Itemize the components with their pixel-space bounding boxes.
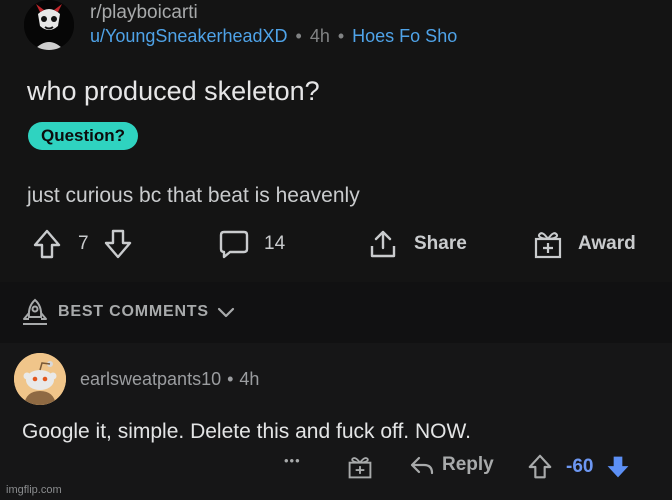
comment-award-button[interactable] xyxy=(346,454,374,480)
award-label: Award xyxy=(578,233,636,254)
comment-count: 14 xyxy=(264,233,286,254)
comment-icon xyxy=(219,230,249,259)
comment-more-button[interactable]: ••• xyxy=(284,453,301,468)
subreddit-avatar-icon[interactable] xyxy=(24,0,74,50)
share-label: Share xyxy=(414,233,467,254)
reply-label: Reply xyxy=(442,454,494,475)
subreddit-name[interactable]: r/playboicarti xyxy=(90,2,198,24)
downvote-icon[interactable] xyxy=(605,453,631,481)
vote-bar: 7 xyxy=(32,228,133,260)
comment-card: earlsweatpants10 • 4h Google it, simple. D… xyxy=(0,343,672,500)
user-flair[interactable]: Hoes Fo Sho xyxy=(352,26,457,46)
watermark: imgflip.com xyxy=(6,484,62,496)
share-button[interactable]: Share xyxy=(368,228,467,260)
award-icon xyxy=(534,232,562,259)
comment-vote-bar: -60 xyxy=(526,453,631,481)
meta-separator: • xyxy=(337,26,345,46)
meta-separator: • xyxy=(295,26,302,46)
post-meta: u/YoungSneakerheadXD • 4h • Hoes Fo Sho xyxy=(90,26,457,47)
more-icon: ••• xyxy=(284,453,301,468)
downvote-icon[interactable] xyxy=(103,228,133,260)
rocket-icon xyxy=(23,298,47,325)
comment-reply-button[interactable]: Reply xyxy=(408,453,494,477)
post-card: r/playboicarti u/YoungSneakerheadXD • 4h • H… xyxy=(0,0,672,282)
comment-score: -60 xyxy=(566,456,594,477)
post-author[interactable]: u/YoungSneakerheadXD xyxy=(90,26,288,46)
comment-meta: earlsweatpants10 • 4h xyxy=(80,369,259,390)
award-button[interactable]: Award xyxy=(532,228,636,260)
meta-separator: • xyxy=(227,369,234,389)
post-body: just curious bc that beat is heavenly xyxy=(27,184,360,207)
upvote-icon[interactable] xyxy=(32,228,62,260)
post-vote-count: 7 xyxy=(78,233,89,254)
comment-age: 4h xyxy=(239,369,260,389)
post-title[interactable]: who produced skeleton? xyxy=(27,76,320,107)
post-flair-badge[interactable]: Question? xyxy=(28,122,139,150)
post-age: 4h xyxy=(309,26,330,46)
comment-sort-selector[interactable]: BEST COMMENTS xyxy=(20,297,237,327)
share-icon xyxy=(370,230,396,258)
upvote-icon[interactable] xyxy=(526,453,554,481)
comment-author[interactable]: earlsweatpants10 xyxy=(80,369,221,389)
snoo-avatar-icon[interactable] xyxy=(14,353,66,405)
sort-label: BEST COMMENTS xyxy=(58,303,209,320)
comment-body: Google it, simple. Delete this and fuck … xyxy=(22,420,471,443)
chevron-down-icon xyxy=(217,307,234,318)
comments-button[interactable]: 14 xyxy=(218,228,285,260)
reply-icon xyxy=(410,456,434,475)
award-icon xyxy=(348,457,372,479)
